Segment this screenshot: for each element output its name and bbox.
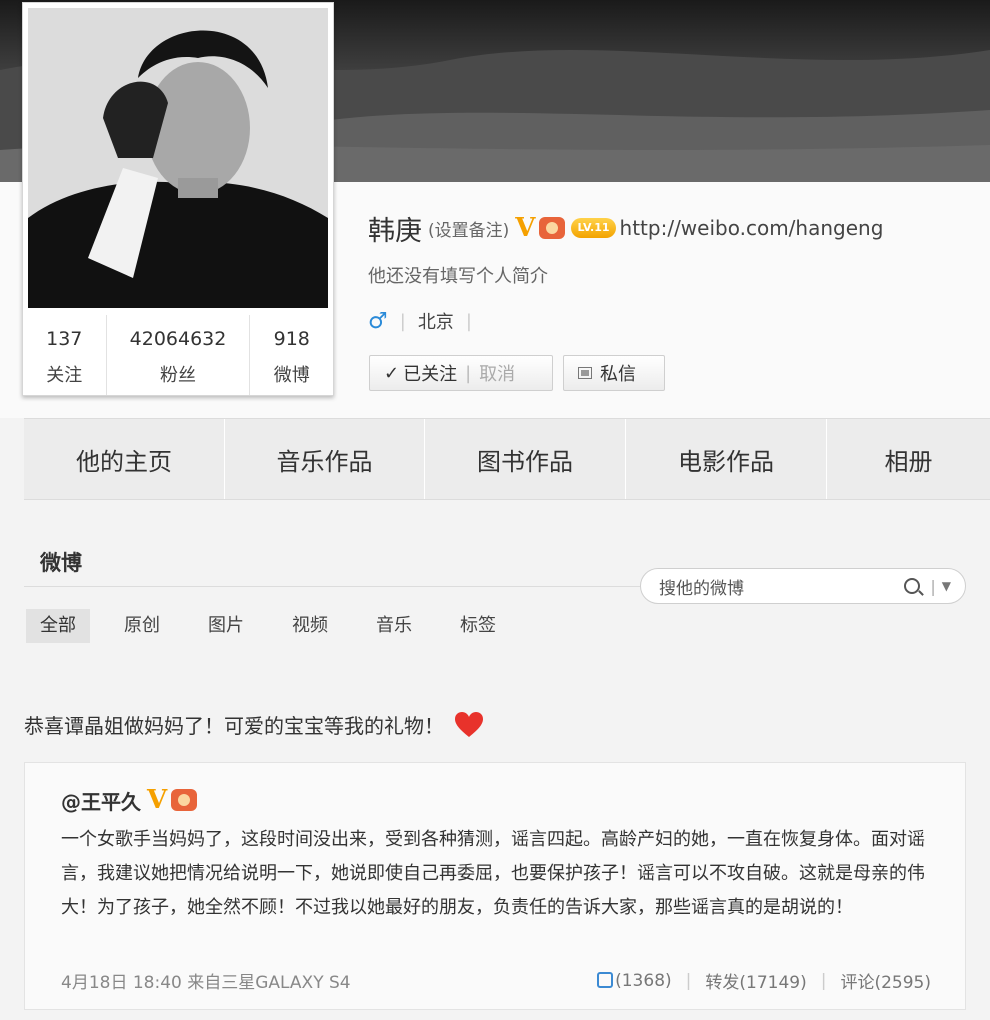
profile-url-link[interactable]: http://weibo.com/hangeng: [620, 216, 884, 240]
like-button[interactable]: (1368): [597, 971, 672, 991]
filter-all[interactable]: 全部: [26, 609, 90, 643]
message-label: 私信: [600, 364, 636, 385]
filter-images[interactable]: 图片: [194, 609, 258, 643]
profile-bio: 他还没有填写个人简介: [368, 266, 548, 287]
level-badge[interactable]: LV.11: [571, 218, 616, 238]
repost-footer: 4月18日 18:40 来自三星GALAXY S4 (1368) | 转发(17…: [61, 968, 931, 994]
check-icon: ✓: [384, 362, 400, 384]
stat-followers-label: 粉丝: [160, 365, 196, 386]
forward-button[interactable]: 转发(17149): [705, 968, 806, 993]
comment-button[interactable]: 评论(2595): [840, 968, 931, 993]
stats-bar: 137 关注 42064632 粉丝 918 微博: [23, 315, 333, 395]
filter-original[interactable]: 原创: [110, 609, 174, 643]
weibo-search[interactable]: 搜他的微博 | ▼: [640, 568, 966, 604]
tab-movies[interactable]: 电影作品: [626, 419, 827, 499]
stat-following[interactable]: 137 关注: [23, 315, 107, 395]
stat-posts-label: 微博: [273, 365, 310, 386]
stat-followers-count: 42064632: [129, 328, 227, 350]
filter-videos[interactable]: 视频: [278, 609, 342, 643]
verified-v-icon[interactable]: V: [147, 785, 167, 815]
feed-title: 微博: [40, 551, 82, 575]
search-input[interactable]: 搜他的微博: [659, 574, 904, 599]
stat-following-count: 137: [46, 328, 83, 350]
repost-body: 一个女歌手当妈妈了，这段时间没出来，受到各种猜测，谣言四起。高龄产妇的她，一直在…: [61, 829, 925, 918]
divider: |: [465, 310, 472, 332]
set-remark-link[interactable]: (设置备注): [428, 216, 509, 241]
chevron-down-icon[interactable]: ▼: [942, 579, 951, 593]
post-text: 恭喜谭晶姐做妈妈了！可爱的宝宝等我的礼物！: [24, 714, 444, 738]
avatar-card: 137 关注 42064632 粉丝 918 微博: [22, 2, 334, 396]
filter-tags[interactable]: 标签: [446, 609, 510, 643]
repost-meta: 4月18日 18:40 来自三星GALAXY S4: [61, 968, 597, 993]
divider: |: [465, 362, 472, 384]
like-count: (1368): [615, 970, 672, 991]
repost-source: 来自三星GALAXY S4: [187, 973, 351, 993]
message-icon: [578, 367, 592, 379]
followed-label: 已关注: [403, 364, 458, 385]
stat-posts-count: 918: [273, 328, 310, 350]
profile-meta-row: ♂ | 北京 |: [368, 308, 484, 334]
avatar[interactable]: [28, 8, 328, 308]
repost-author-link[interactable]: @王平久: [61, 786, 141, 815]
verified-v-icon[interactable]: V: [515, 213, 535, 243]
unfollow-link[interactable]: 取消: [479, 360, 515, 386]
divider: |: [820, 970, 827, 991]
reposted-weibo: @王平久 V 一个女歌手当妈妈了，这段时间没出来，受到各种猜测，谣言四起。高龄产…: [24, 762, 966, 1010]
search-icon[interactable]: [904, 578, 921, 594]
tab-albums[interactable]: 相册: [827, 419, 990, 499]
tab-books[interactable]: 图书作品: [425, 419, 626, 499]
profile-tabs: 他的主页 音乐作品 图书作品 电影作品 相册: [24, 418, 990, 500]
followed-button[interactable]: ✓ 已关注 | 取消: [369, 355, 553, 391]
male-icon: ♂: [368, 308, 388, 334]
tab-music[interactable]: 音乐作品: [225, 419, 425, 499]
divider: |: [930, 576, 936, 596]
stat-followers[interactable]: 42064632 粉丝: [107, 315, 251, 395]
profile-name: 韩庚: [368, 215, 422, 247]
filter-music[interactable]: 音乐: [362, 609, 426, 643]
thumbs-up-icon: [597, 971, 614, 988]
stat-following-label: 关注: [46, 365, 83, 386]
post-text-row: 恭喜谭晶姐做妈妈了！可爱的宝宝等我的礼物！: [24, 710, 484, 739]
stat-posts[interactable]: 918 微博: [250, 315, 333, 395]
tab-home[interactable]: 他的主页: [24, 419, 225, 499]
repost-time[interactable]: 4月18日 18:40: [61, 973, 182, 993]
divider: [24, 586, 644, 587]
message-button[interactable]: 私信: [563, 355, 665, 391]
divider: |: [685, 970, 692, 991]
feed-filters: 全部 原创 图片 视频 音乐 标签: [26, 609, 530, 643]
heart-icon: [455, 711, 483, 737]
member-icon[interactable]: [539, 217, 566, 239]
member-icon[interactable]: [171, 789, 198, 811]
profile-location: 北京: [417, 312, 454, 333]
divider: |: [399, 310, 406, 332]
profile-name-row: 韩庚 (设置备注) V LV.11 http://weibo.com/hange…: [368, 210, 884, 247]
repost-header: @王平久 V: [61, 785, 198, 815]
